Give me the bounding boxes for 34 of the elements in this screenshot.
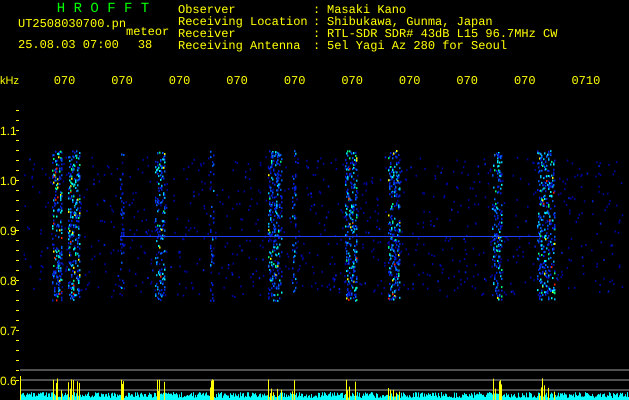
time-label: 070 bbox=[168, 74, 192, 88]
frequency-label: 1.0 bbox=[0, 174, 17, 188]
unit-label: kHz bbox=[0, 75, 20, 87]
info-label: Receiving Antenna bbox=[178, 40, 302, 52]
time-label: 070 bbox=[341, 74, 364, 88]
time-label: 070 bbox=[226, 74, 249, 88]
time-label: 070 bbox=[284, 74, 306, 88]
info-value: RTL-SDR SDR# 43dB L15 96.7MHz CW bbox=[327, 28, 558, 40]
frequency-label: 0.9 bbox=[0, 224, 17, 238]
info-label: Receiver bbox=[178, 28, 236, 40]
frequency-label: 0.8 bbox=[0, 274, 17, 288]
info-label: Receiving Location bbox=[178, 16, 309, 28]
info-separator: : bbox=[313, 16, 322, 28]
info-value: Shibukawa, Gunma, Japan bbox=[327, 16, 493, 28]
event-type: meteor bbox=[126, 25, 170, 39]
frequency-label: 0.7 bbox=[0, 324, 17, 338]
time-label: 070 bbox=[514, 74, 537, 88]
file-name: UT2508030700.pn bbox=[18, 17, 126, 33]
info-value: Masaki Kano bbox=[327, 4, 406, 16]
app-title: H R O F F T bbox=[56, 1, 150, 17]
frequency-label: 1.1 bbox=[0, 124, 17, 138]
info-separator: : bbox=[313, 40, 322, 52]
info-separator: : bbox=[313, 4, 322, 16]
info-label: Observer bbox=[178, 4, 236, 16]
meteor-count: 38 bbox=[138, 38, 152, 52]
timestamp: 25.08.03 07:00 bbox=[18, 38, 119, 52]
info-value: 5el Yagi Az 280 for Seoul bbox=[327, 40, 508, 52]
frequency-label: 0.6 bbox=[0, 374, 17, 388]
time-label: 070 bbox=[111, 74, 134, 88]
time-label: 070 bbox=[398, 74, 422, 88]
time-label: 070 bbox=[54, 74, 76, 88]
time-label: 0710 bbox=[571, 74, 602, 88]
time-label: 070 bbox=[456, 74, 480, 88]
info-separator: : bbox=[313, 28, 322, 40]
